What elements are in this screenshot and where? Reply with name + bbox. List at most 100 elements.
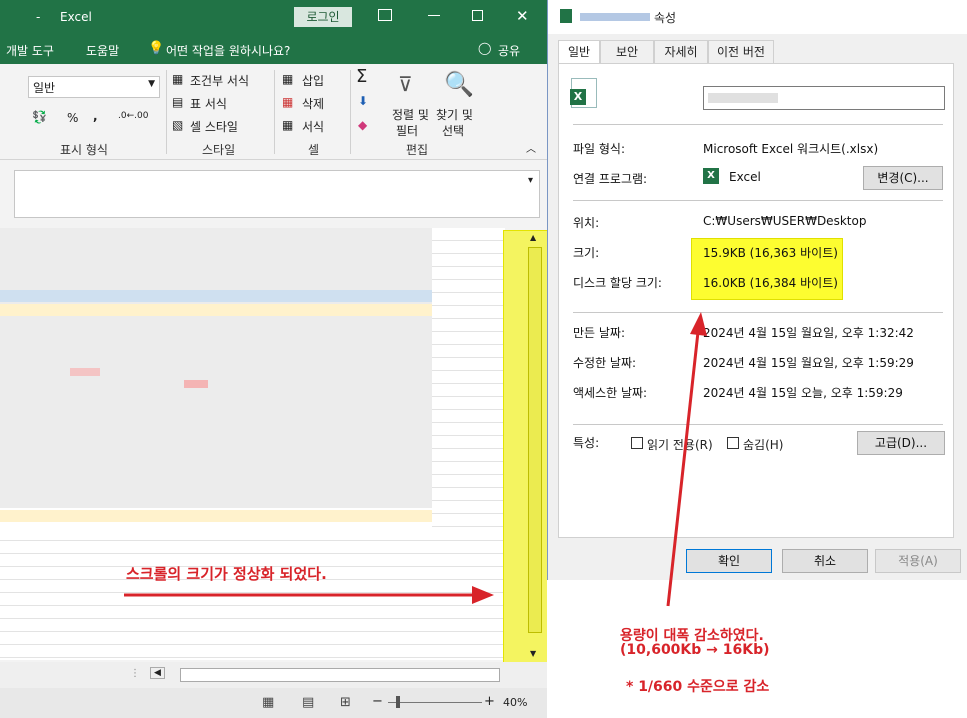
autosum-icon[interactable]: Σ: [356, 66, 367, 87]
disk-size-value: 16.0KB (16,384 바이트): [703, 276, 838, 290]
close-icon[interactable]: ✕: [516, 7, 529, 25]
dialog-title-bar: 속성: [548, 0, 967, 34]
vertical-scrollbar[interactable]: ▲ ▼: [503, 230, 547, 664]
excel-window: - Excel 로그인 ✕ 개발 도구 도움말 💡 어떤 작업을 원하시나요? …: [0, 0, 547, 718]
tab-previous-versions[interactable]: 이전 버전: [708, 40, 774, 64]
tab-general[interactable]: 일반: [558, 40, 600, 65]
accounting-format-icon[interactable]: 💱: [32, 110, 47, 124]
login-button[interactable]: 로그인: [294, 7, 352, 27]
menu-help[interactable]: 도움말: [86, 42, 119, 59]
red-cell: [184, 380, 208, 388]
split-handle-icon[interactable]: ⋮: [130, 668, 140, 679]
minimize-icon[interactable]: [428, 15, 440, 16]
divider: [573, 312, 943, 313]
find-select-line1[interactable]: 찾기 및: [436, 106, 473, 123]
group-number-label: 표시 형식: [60, 143, 108, 157]
fill-icon[interactable]: ⬇: [358, 94, 368, 108]
cell-style-button[interactable]: 셀 스타일: [190, 118, 238, 135]
open-with-value: Excel: [729, 170, 761, 184]
excel-document-icon: X: [570, 78, 597, 108]
size-annotation-line2: (10,600Kb → 16Kb): [620, 642, 770, 658]
properties-dialog: 속성 일반 보안 자세히 이전 버전 X 파일 형식: Microsoft Ex…: [547, 0, 967, 580]
sort-filter-line1[interactable]: 정렬 및: [392, 106, 429, 123]
excel-app-icon: X: [703, 168, 719, 184]
location-label: 위치:: [573, 216, 600, 230]
chevron-down-icon: ▼: [148, 79, 155, 89]
zoom-out-icon[interactable]: −: [372, 694, 383, 709]
horizontal-scrollbar[interactable]: ⋮ ◀: [0, 662, 547, 688]
scroll-left-icon[interactable]: ◀: [150, 667, 165, 679]
accessed-value: 2024년 4월 15일 오늘, 오후 1:59:29: [703, 386, 903, 400]
delete-icon: ▦: [282, 95, 294, 109]
blurred-sheet-content: [0, 228, 432, 508]
search-icon: 🔍: [444, 70, 474, 98]
file-type-value: Microsoft Excel 워크시트(.xlsx): [703, 142, 879, 156]
hidden-checkbox-label[interactable]: 숨김(H): [743, 436, 783, 453]
filename-input[interactable]: [703, 86, 945, 110]
tab-security[interactable]: 보안: [600, 40, 654, 64]
expand-formula-icon[interactable]: ▾: [528, 175, 533, 186]
zoom-in-icon[interactable]: +: [484, 694, 495, 709]
clear-icon[interactable]: ◆: [358, 118, 367, 132]
sort-filter-line2[interactable]: 필터: [396, 122, 418, 139]
excel-file-icon: [560, 9, 572, 23]
modified-value: 2024년 4월 15일 월요일, 오후 1:59:29: [703, 356, 914, 370]
dialog-title: 속성: [654, 11, 677, 25]
arrow-to-scrollbar-icon: [124, 586, 494, 604]
readonly-checkbox[interactable]: [631, 437, 643, 449]
divider: [573, 200, 943, 201]
sort-filter-icon: ⊽: [398, 72, 413, 96]
row-highlight: [0, 510, 505, 522]
comma-button[interactable]: ,: [93, 109, 98, 123]
lightbulb-icon: 💡: [148, 41, 165, 56]
scroll-down-icon[interactable]: ▼: [530, 649, 536, 658]
advanced-button[interactable]: 고급(D)...: [857, 431, 945, 455]
increase-decimal-icon[interactable]: .0←.00: [118, 111, 148, 121]
open-with-label: 연결 프로그램:: [573, 172, 648, 186]
hidden-checkbox[interactable]: [727, 437, 739, 449]
created-value: 2024년 4월 15일 월요일, 오후 1:32:42: [703, 326, 914, 340]
modified-label: 수정한 날짜:: [573, 356, 637, 370]
size-label: 크기:: [573, 246, 600, 260]
scroll-up-icon[interactable]: ▲: [530, 233, 536, 242]
share-button[interactable]: 공유: [498, 42, 520, 59]
title-separator: -: [36, 10, 41, 24]
divider: [573, 424, 943, 425]
page-break-icon[interactable]: ⊞: [340, 695, 351, 710]
tell-me-search[interactable]: 어떤 작업을 원하시나요?: [166, 42, 290, 59]
menu-dev-tools[interactable]: 개발 도구: [6, 42, 54, 59]
cell-style-icon: ▧: [172, 118, 184, 132]
group-edit-label: 편집: [406, 143, 429, 157]
table-format-icon: ▤: [172, 95, 184, 109]
group-cells-label: 셀: [308, 143, 320, 157]
apply-button[interactable]: 적용(A): [875, 549, 961, 573]
zoom-slider[interactable]: [388, 702, 482, 703]
find-select-line2[interactable]: 선택: [442, 122, 464, 139]
hscroll-thumb[interactable]: [180, 668, 500, 682]
scrollbar-thumb[interactable]: [528, 247, 542, 633]
page-layout-icon[interactable]: ▤: [302, 695, 314, 710]
insert-icon: ▦: [282, 72, 294, 86]
window-title: Excel: [60, 10, 92, 24]
insert-button[interactable]: 삽입: [302, 72, 324, 89]
table-format-button[interactable]: 표 서식: [190, 95, 227, 112]
cancel-button[interactable]: 취소: [782, 549, 868, 573]
tab-details[interactable]: 자세히: [654, 40, 708, 64]
change-button[interactable]: 변경(C)...: [863, 166, 943, 190]
collapse-ribbon-icon[interactable]: ︿: [526, 140, 536, 155]
percent-button[interactable]: %: [67, 111, 78, 125]
ribbon-display-icon[interactable]: [378, 9, 392, 21]
ratio-annotation: * 1/660 수준으로 감소: [626, 679, 770, 695]
formula-bar[interactable]: ▾: [14, 170, 540, 218]
zoom-level[interactable]: 40%: [503, 696, 527, 709]
number-format-select[interactable]: 일반 ▼: [28, 76, 160, 98]
red-cell: [70, 368, 100, 376]
conditional-format-button[interactable]: 조건부 서식: [190, 72, 249, 89]
normal-view-icon[interactable]: ▦: [262, 695, 274, 710]
zoom-slider-thumb[interactable]: [396, 696, 400, 708]
format-button[interactable]: 서식: [302, 118, 324, 135]
ribbon: 일반 ▼ 💱 % , .0←.00 표시 형식 ▦ 조건부 서식 ▤ 표 서식 …: [0, 64, 547, 160]
delete-button[interactable]: 삭제: [302, 95, 324, 112]
maximize-icon[interactable]: [472, 10, 483, 21]
file-type-label: 파일 형식:: [573, 142, 626, 156]
